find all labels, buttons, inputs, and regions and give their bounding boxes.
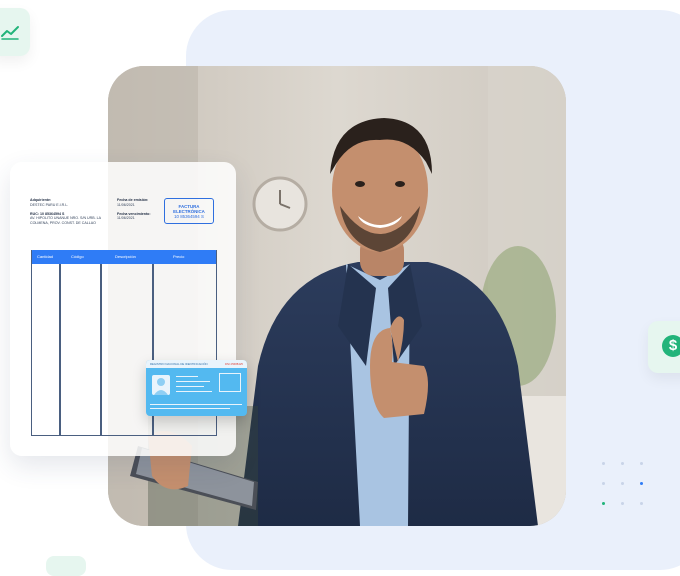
dot xyxy=(602,482,605,485)
invoice-dates: Fecha de emisión: 11/06/2021 Fecha venci… xyxy=(117,198,151,221)
id-card-header: REGISTRO NACIONAL DE IDENTIFICACIÓN DNI … xyxy=(146,360,247,368)
dollar-chip: $ xyxy=(648,321,680,373)
id-line xyxy=(150,408,230,410)
dot xyxy=(640,502,643,505)
dot xyxy=(621,462,624,465)
trend-up-icon xyxy=(1,26,19,40)
id-line xyxy=(176,386,204,388)
dot-grid-decoration xyxy=(602,462,644,506)
dot xyxy=(621,502,624,505)
dot xyxy=(640,462,643,465)
id-card: REGISTRO NACIONAL DE IDENTIFICACIÓN DNI … xyxy=(146,360,247,416)
chart-chip xyxy=(0,8,30,56)
table-divider xyxy=(100,264,102,436)
decorative-chip xyxy=(46,556,86,576)
dot xyxy=(621,482,624,485)
invoice-doc-type-box: FACTURA ELECTRÓNICA 10 85364594 S xyxy=(164,198,214,224)
id-line xyxy=(150,404,242,406)
dot xyxy=(602,462,605,465)
id-line xyxy=(176,381,210,383)
id-card-grid xyxy=(219,373,241,392)
user-silhouette-icon xyxy=(154,378,168,395)
table-divider xyxy=(59,264,61,436)
dot xyxy=(602,502,605,505)
id-line xyxy=(176,376,198,378)
id-card-photo xyxy=(152,375,170,395)
id-line xyxy=(176,391,212,393)
dot xyxy=(640,482,643,485)
dollar-circle-icon: $ xyxy=(662,335,680,357)
invoice-issuer: Adquiriente: DESTEC PARU E.I.R.L. RUC: 1… xyxy=(30,198,102,225)
